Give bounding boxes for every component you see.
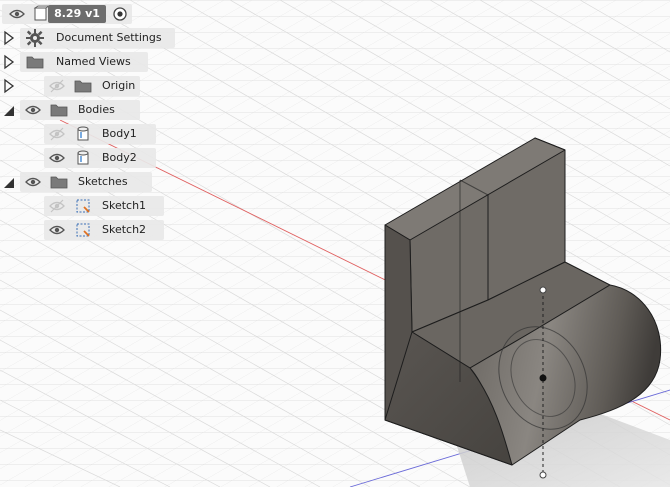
browser-item-document-settings[interactable]: Document Settings: [0, 27, 175, 49]
sketch-icon: [72, 195, 94, 217]
folder-icon: [72, 75, 94, 97]
eye-hidden-icon[interactable]: [46, 195, 68, 217]
browser-item-sketches[interactable]: Sketches: [0, 171, 170, 193]
browser-item-label: Named Views: [56, 55, 131, 68]
browser-item-label: Sketches: [78, 175, 128, 188]
folder-icon: [24, 51, 46, 73]
browser-item-label: Body2: [102, 151, 137, 164]
eye-hidden-icon[interactable]: [46, 123, 68, 145]
eye-icon[interactable]: [22, 99, 44, 121]
gear-icon: [24, 27, 46, 49]
browser-item-label: Bodies: [78, 103, 115, 116]
eye-hidden-icon[interactable]: [46, 75, 68, 97]
expanded-triangle-icon[interactable]: [2, 99, 16, 121]
browser-item-label: Origin: [102, 79, 136, 92]
sketch-point-bottom[interactable]: [539, 471, 547, 479]
collapsed-triangle-icon[interactable]: [2, 27, 16, 49]
eye-icon[interactable]: [22, 171, 44, 193]
body-icon: [72, 123, 94, 145]
browser-item-label: Body1: [102, 127, 137, 140]
folder-icon: [48, 99, 70, 121]
activate-radio-icon[interactable]: [109, 3, 131, 25]
collapsed-triangle-icon[interactable]: [2, 75, 16, 97]
browser-item-label: Sketch1: [102, 199, 147, 212]
browser-item-bodies[interactable]: Bodies: [0, 99, 170, 121]
sketch-point-top[interactable]: [539, 286, 547, 294]
body-icon: [72, 147, 94, 169]
browser-item-label: Document Settings: [56, 31, 162, 44]
eye-icon[interactable]: [46, 219, 68, 241]
browser-item-body1[interactable]: Body1: [0, 123, 170, 145]
collapsed-triangle-icon[interactable]: [2, 51, 16, 73]
sketch-icon: [72, 219, 94, 241]
expanded-triangle-icon[interactable]: [2, 171, 16, 193]
canvas-viewport[interactable]: [0, 0, 670, 487]
browser-item-body2[interactable]: Body2: [0, 147, 170, 169]
browser-item-sketch1[interactable]: Sketch1: [0, 195, 170, 217]
document-row: 8.29 v1: [0, 3, 140, 25]
sketch-point-center[interactable]: [539, 374, 547, 382]
folder-icon: [48, 171, 70, 193]
eye-icon[interactable]: [46, 147, 68, 169]
browser-item-label: Sketch2: [102, 223, 147, 236]
document-version-badge: 8.29 v1: [48, 5, 106, 23]
browser-item-origin[interactable]: Origin: [0, 75, 170, 97]
eye-icon[interactable]: [6, 3, 28, 25]
browser-item-named-views[interactable]: Named Views: [0, 51, 170, 73]
browser-item-sketch2[interactable]: Sketch2: [0, 219, 170, 241]
